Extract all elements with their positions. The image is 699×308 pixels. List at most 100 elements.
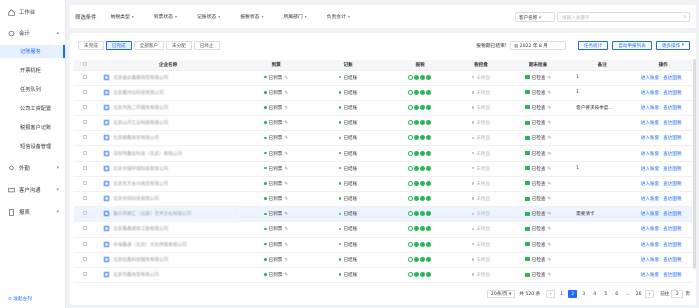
query-tax-link[interactable]: 查达国税: [663, 243, 681, 248]
tab-unfinished[interactable]: 未完成: [78, 41, 104, 50]
tax-circle-icon[interactable]: [414, 226, 420, 232]
filter-tax-type[interactable]: 纳税类型 ▾: [111, 13, 134, 20]
row-checkbox[interactable]: [83, 74, 88, 79]
edit-icon[interactable]: ✎: [547, 227, 551, 232]
filter-department[interactable]: 所属部门 ▾: [283, 13, 306, 20]
document-icon[interactable]: [104, 256, 110, 262]
document-icon[interactable]: [104, 89, 110, 95]
query-tax-link[interactable]: 查达国税: [663, 152, 681, 157]
row-checkbox[interactable]: [83, 165, 88, 170]
search-input[interactable]: 请输入关键字 ⌕: [557, 12, 690, 22]
tax-circle-icon[interactable]: [426, 211, 432, 217]
query-tax-link[interactable]: 查达国税: [663, 258, 681, 263]
note-cell[interactable]: [570, 176, 635, 193]
edit-icon[interactable]: ✎: [547, 91, 551, 96]
query-tax-link[interactable]: 查达国税: [663, 182, 681, 187]
tax-circle-icon[interactable]: [420, 150, 426, 156]
row-checkbox[interactable]: [83, 135, 88, 140]
edit-icon[interactable]: ✎: [547, 106, 551, 111]
document-icon[interactable]: [104, 226, 110, 232]
enter-ledger-link[interactable]: 进入账套: [641, 212, 659, 217]
mail-icon[interactable]: [524, 211, 530, 216]
search-field-select[interactable]: 客户名称 ▾: [515, 12, 555, 22]
tax-circle-icon[interactable]: [426, 241, 432, 247]
filter-bookkeeping-status[interactable]: 记账状态 ▾: [197, 13, 220, 20]
row-checkbox[interactable]: [83, 104, 88, 109]
row-checkbox[interactable]: [83, 272, 88, 277]
tab-finished[interactable]: 已完成: [105, 41, 132, 50]
edit-icon[interactable]: ✎: [547, 243, 551, 248]
enter-ledger-link[interactable]: 进入账套: [641, 152, 659, 157]
mail-icon[interactable]: [524, 181, 530, 186]
next-page-button[interactable]: ›: [645, 290, 655, 298]
mail-icon[interactable]: [524, 242, 530, 247]
tax-circle-icon[interactable]: [426, 165, 432, 171]
enter-ledger-link[interactable]: 进入账套: [641, 136, 659, 141]
tax-circle-icon[interactable]: [414, 256, 420, 262]
tax-circle-icon[interactable]: [408, 165, 414, 171]
tax-circle-icon[interactable]: [426, 150, 432, 156]
edit-icon[interactable]: ✎: [284, 121, 288, 126]
note-cell[interactable]: [570, 130, 635, 147]
enter-ledger-link[interactable]: 进入账套: [641, 167, 659, 172]
query-tax-link[interactable]: 查达国税: [663, 273, 681, 278]
query-tax-link[interactable]: 查达国税: [663, 121, 681, 126]
note-cell[interactable]: [570, 115, 635, 132]
mail-icon[interactable]: [524, 135, 530, 140]
mail-icon[interactable]: [524, 75, 530, 80]
enter-ledger-link[interactable]: 进入账套: [641, 243, 659, 248]
document-icon[interactable]: [104, 135, 110, 141]
sidebar-item-accounting[interactable]: 会计 ▴: [0, 27, 65, 39]
query-tax-link[interactable]: 查达国税: [663, 212, 681, 217]
document-icon[interactable]: [104, 241, 110, 247]
tax-circle-icon[interactable]: [420, 180, 426, 186]
tax-circle-icon[interactable]: [408, 241, 414, 247]
edit-icon[interactable]: ✎: [284, 243, 288, 248]
note-cell[interactable]: 需要清卡: [570, 206, 635, 223]
filter-accountant[interactable]: 负责会计 ▾: [327, 13, 350, 20]
row-checkbox[interactable]: [83, 89, 88, 94]
edit-icon[interactable]: ✎: [284, 106, 288, 111]
edit-icon[interactable]: ✎: [547, 152, 551, 157]
row-checkbox[interactable]: [83, 180, 88, 185]
tax-circle-icon[interactable]: [420, 74, 426, 80]
tax-circle-icon[interactable]: [420, 272, 426, 278]
mail-icon[interactable]: [524, 166, 530, 171]
tax-circle-icon[interactable]: [408, 74, 414, 80]
page-size-select[interactable]: 20条/页 ▾: [486, 290, 516, 298]
edit-icon[interactable]: ✎: [284, 136, 288, 141]
select-all-checkbox[interactable]: [83, 61, 88, 66]
edit-icon[interactable]: ✎: [284, 91, 288, 96]
sidebar-sub-task-queue[interactable]: 任务队列: [0, 83, 65, 96]
page-button[interactable]: 2: [568, 290, 578, 298]
mail-icon[interactable]: [524, 226, 530, 231]
query-tax-link[interactable]: 查达国税: [663, 91, 681, 96]
tax-circle-icon[interactable]: [420, 256, 426, 262]
edit-icon[interactable]: ✎: [284, 167, 288, 172]
page-button[interactable]: 1: [557, 290, 566, 298]
sidebar-sub-salary-config[interactable]: 公司工资配置: [0, 102, 65, 115]
tax-circle-icon[interactable]: [426, 196, 432, 202]
tax-circle-icon[interactable]: [414, 196, 420, 202]
auto-declare-list-button[interactable]: 自动申报列表: [612, 41, 652, 50]
page-button[interactable]: 26: [634, 290, 643, 298]
document-icon[interactable]: [104, 120, 110, 126]
sidebar-sub-invoice-cabinet[interactable]: 开票机柜: [0, 64, 65, 77]
mail-icon[interactable]: [524, 196, 530, 201]
row-checkbox[interactable]: [83, 256, 88, 261]
page-button[interactable]: 3: [579, 290, 588, 298]
tax-circle-icon[interactable]: [408, 120, 414, 126]
mail-icon[interactable]: [524, 257, 530, 262]
prev-page-button[interactable]: ‹: [546, 290, 556, 298]
enter-ledger-link[interactable]: 进入账套: [641, 106, 659, 111]
edit-icon[interactable]: ✎: [284, 182, 288, 187]
edit-icon[interactable]: ✎: [547, 273, 551, 278]
tax-circle-icon[interactable]: [414, 241, 420, 247]
tax-circle-icon[interactable]: [426, 180, 432, 186]
sidebar-sub-tax-customers[interactable]: 税报客户记账: [0, 121, 65, 134]
sidebar-sub-bookkeeping[interactable]: 记账服务: [0, 45, 65, 58]
tax-circle-icon[interactable]: [414, 165, 420, 171]
tax-circle-icon[interactable]: [408, 211, 414, 217]
tax-circle-icon[interactable]: [426, 74, 432, 80]
query-tax-link[interactable]: 查达国税: [663, 227, 681, 232]
